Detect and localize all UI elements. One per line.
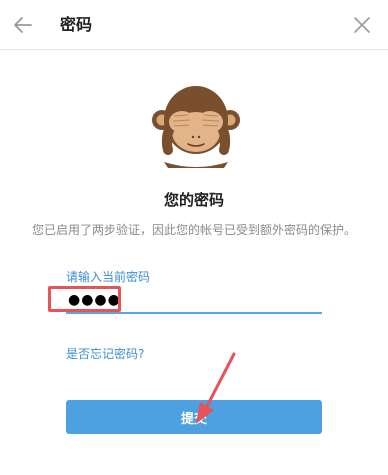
password-label: 请输入当前密码 bbox=[66, 270, 151, 284]
dialog-header: 密码 bbox=[0, 0, 388, 50]
close-button[interactable] bbox=[348, 11, 376, 39]
submit-button[interactable]: 提交 bbox=[66, 400, 322, 434]
see-no-evil-monkey-icon bbox=[152, 86, 240, 168]
dialog-title: 密码 bbox=[60, 15, 93, 34]
back-button[interactable] bbox=[8, 10, 38, 40]
page-heading: 您的密码 bbox=[163, 191, 224, 209]
close-icon bbox=[354, 17, 370, 33]
forgot-password-link[interactable]: 是否忘记密码? bbox=[66, 345, 144, 363]
arrow-left-icon bbox=[14, 17, 32, 33]
password-input[interactable] bbox=[66, 288, 322, 314]
password-dialog: 密码 您的密码 您已启用了两步验证，因此您的帐号已受到额外密码的保护。 请输入当… bbox=[0, 0, 388, 475]
description-text: 您已启用了两步验证，因此您的帐号已受到额外密码的保护。 bbox=[31, 223, 356, 237]
